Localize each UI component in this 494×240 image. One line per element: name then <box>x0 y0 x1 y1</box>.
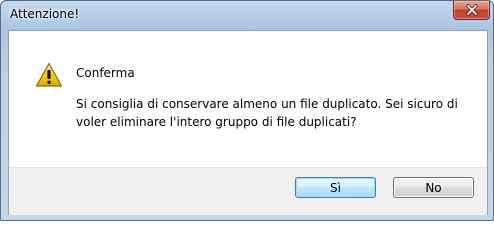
dialog-window: Attenzione! Conferma Si consiglia di con… <box>0 0 494 221</box>
close-icon <box>465 3 479 17</box>
dialog-body: Conferma Si consiglia di conservare alme… <box>8 30 488 215</box>
dialog-header: Conferma <box>76 66 135 80</box>
dialog-message: Si consiglia di conservare almeno un fil… <box>76 95 476 131</box>
message-area: Conferma Si consiglia di conservare alme… <box>9 31 487 167</box>
warning-icon <box>35 62 63 87</box>
button-bar: Sì No <box>9 167 487 215</box>
window-title: Attenzione! <box>10 7 80 21</box>
no-button[interactable]: No <box>393 177 474 198</box>
yes-button[interactable]: Sì <box>295 177 376 198</box>
close-button[interactable] <box>453 1 490 20</box>
message-line: Si consiglia di conservare almeno un fil… <box>76 97 458 111</box>
message-line: voler eliminare l'intero gruppo di file … <box>76 115 357 129</box>
